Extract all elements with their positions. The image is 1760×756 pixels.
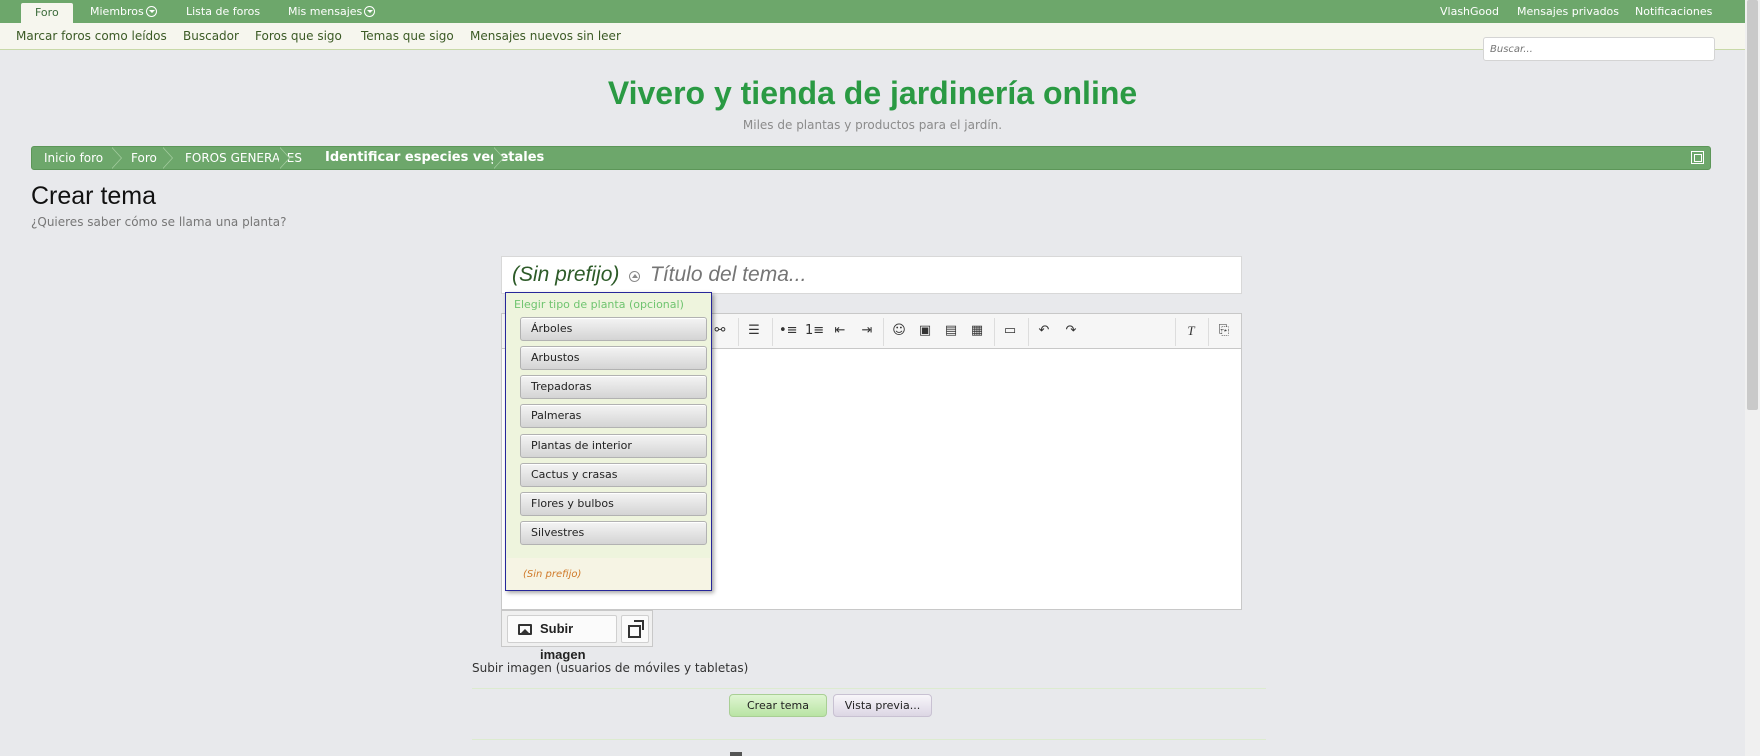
- toolbar-separator: [1208, 318, 1209, 346]
- tab-label: Foro: [35, 6, 59, 19]
- upload-image-button[interactable]: Subir imagen: [507, 615, 617, 662]
- prefix-option[interactable]: Palmeras: [520, 404, 707, 428]
- tab-miembros[interactable]: Miembros: [80, 0, 167, 23]
- upload-image-label: Subir imagen: [540, 621, 586, 662]
- align-icon[interactable]: ☰: [745, 322, 763, 340]
- prefix-option[interactable]: Trepadoras: [520, 375, 707, 399]
- smiley-icon[interactable]: ☺: [890, 322, 908, 340]
- bullet-list-icon[interactable]: •≡: [779, 322, 798, 340]
- breadcrumb-separator: [162, 147, 175, 169]
- breadcrumb-separator: [111, 147, 124, 169]
- followed-forums-link[interactable]: Foros que sigo: [255, 23, 342, 50]
- search-link[interactable]: Buscador: [183, 23, 239, 50]
- tab-label: Lista de foros: [186, 5, 261, 18]
- top-nav: Foro Miembros Lista de foros Mis mensaje…: [0, 0, 1745, 23]
- media-icon[interactable]: ▤: [942, 322, 960, 340]
- breadcrumb-current[interactable]: Identificar especies vegetales: [325, 147, 544, 169]
- table-icon[interactable]: ▦: [968, 322, 986, 340]
- prefix-menu: Elegir tipo de planta (opcional) Árboles…: [505, 292, 712, 591]
- indent-icon[interactable]: ⇥: [858, 322, 876, 340]
- prefix-option[interactable]: Cactus y crasas: [520, 463, 707, 487]
- breadcrumb-foro[interactable]: Foro: [131, 147, 157, 169]
- toolbar-separator: [1028, 318, 1029, 346]
- page-description: ¿Quieres saber cómo se llama una planta?: [31, 215, 287, 229]
- prefix-option[interactable]: Plantas de interior: [520, 434, 707, 458]
- outdent-icon[interactable]: ⇤: [831, 322, 849, 340]
- image-icon[interactable]: ▣: [916, 322, 934, 340]
- mark-read-link[interactable]: Marcar foros como leídos: [16, 23, 167, 50]
- scrollbar-thumb[interactable]: [1747, 0, 1758, 410]
- undo-icon[interactable]: ↶: [1035, 322, 1053, 340]
- tab-lista-foros[interactable]: Lista de foros: [176, 0, 270, 23]
- prefix-menu-heading: Elegir tipo de planta (opcional): [514, 298, 684, 311]
- breadcrumb: Inicio foro Foro FOROS GENERALES Identif…: [31, 146, 1711, 170]
- thread-title-row: (Sin prefijo): [501, 256, 1242, 294]
- toolbar-separator: [994, 318, 995, 346]
- mobile-upload-link[interactable]: Subir imagen (usuarios de móviles y tabl…: [472, 661, 748, 675]
- page-scrollbar[interactable]: [1745, 0, 1760, 756]
- popout-icon[interactable]: [1691, 151, 1704, 164]
- create-thread-button[interactable]: Crear tema: [729, 694, 827, 717]
- cropped-element: [730, 752, 742, 756]
- no-prefix-option[interactable]: (Sin prefijo): [523, 569, 581, 580]
- prefix-selector[interactable]: (Sin prefijo): [512, 263, 619, 287]
- site-subtitle: Miles de plantas y productos para el jar…: [742, 118, 1003, 132]
- prefix-menu-footer: (Sin prefijo): [507, 558, 710, 590]
- prefix-option[interactable]: Silvestres: [520, 521, 707, 545]
- clear-format-icon[interactable]: T: [1182, 322, 1200, 340]
- chevron-up-icon[interactable]: [629, 271, 640, 282]
- tab-mis-mensajes[interactable]: Mis mensajes: [278, 0, 385, 23]
- divider: [472, 688, 1266, 689]
- image-icon: [518, 624, 532, 635]
- attachment-bar: Subir imagen: [501, 610, 653, 662]
- save-draft-icon[interactable]: ▭: [1001, 322, 1019, 340]
- toggle-bbcode-icon[interactable]: ⎘: [1215, 322, 1233, 340]
- thread-title-input[interactable]: [650, 261, 1230, 289]
- prefix-option[interactable]: Árboles: [520, 317, 707, 341]
- search-input[interactable]: [1483, 37, 1715, 61]
- page-title: Crear tema: [31, 182, 157, 210]
- user-menu-link[interactable]: VlashGood: [1430, 0, 1509, 23]
- toolbar-separator: [772, 318, 773, 346]
- divider: [472, 739, 1266, 740]
- toolbar-separator: [1175, 318, 1176, 346]
- chevron-down-icon[interactable]: [145, 6, 157, 17]
- followed-threads-link[interactable]: Temas que sigo: [361, 23, 454, 50]
- toolbar-separator: [738, 318, 739, 346]
- expand-icon[interactable]: [621, 615, 649, 643]
- unread-posts-link[interactable]: Mensajes nuevos sin leer: [470, 23, 621, 50]
- toolbar-separator: [883, 318, 884, 346]
- tab-foro[interactable]: Foro: [21, 3, 73, 23]
- site-title[interactable]: Vivero y tienda de jardinería online: [0, 75, 1745, 112]
- breadcrumb-home[interactable]: Inicio foro: [44, 147, 103, 169]
- prefix-option[interactable]: Flores y bulbos: [520, 492, 707, 516]
- breadcrumb-separator: [493, 147, 506, 169]
- remove-link-icon[interactable]: ⚯: [711, 322, 729, 340]
- redo-icon[interactable]: ↷: [1062, 322, 1080, 340]
- breadcrumb-separator: [279, 147, 292, 169]
- preview-button[interactable]: Vista previa...: [833, 694, 932, 717]
- notifications-link[interactable]: Notificaciones: [1625, 0, 1722, 23]
- private-messages-link[interactable]: Mensajes privados: [1507, 0, 1629, 23]
- numbered-list-icon[interactable]: 1≡: [805, 322, 824, 340]
- tab-label: Miembros: [90, 5, 144, 18]
- chevron-down-icon[interactable]: [364, 6, 376, 17]
- prefix-option[interactable]: Arbustos: [520, 346, 707, 370]
- tab-label: Mis mensajes: [288, 5, 363, 18]
